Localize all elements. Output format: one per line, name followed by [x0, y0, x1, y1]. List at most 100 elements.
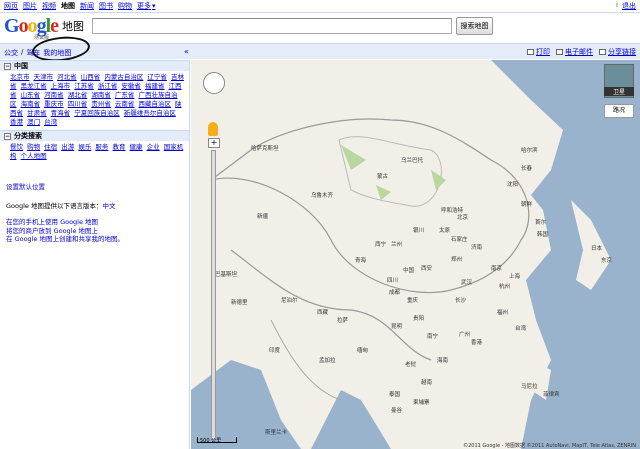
topnav-item[interactable]: 新闻	[80, 1, 94, 11]
map-place-label: 哈尔滨	[521, 148, 538, 154]
province-link[interactable]: 重庆市	[44, 100, 64, 108]
tab-transit[interactable]: 公交	[4, 48, 18, 58]
province-link[interactable]: 湖南省	[91, 91, 111, 99]
province-link[interactable]: 贵州省	[91, 100, 111, 108]
map-place-label: 南京	[491, 266, 503, 272]
search-button[interactable]: 搜索地图	[456, 17, 493, 35]
map-place-label: 老挝	[405, 362, 417, 368]
category-link[interactable]: 服务	[95, 143, 108, 151]
province-link[interactable]: 甘肃省	[27, 109, 47, 117]
category-link[interactable]: 餐饮	[10, 143, 23, 151]
category-link[interactable]: 出游	[61, 143, 74, 151]
collapse-icon[interactable]: −	[4, 62, 11, 70]
section-category-header[interactable]: − 分类搜索	[0, 130, 189, 141]
share-link[interactable]: 分享链接	[608, 47, 636, 57]
map-place-label: 郑州	[451, 257, 463, 263]
map-terrain	[191, 60, 640, 449]
share-link-tool[interactable]: 分享链接	[599, 47, 636, 57]
province-link[interactable]: 河北省	[57, 73, 77, 81]
map-place-label: 银川	[413, 228, 425, 234]
map-canvas[interactable]: 新疆 乌鲁木齐 蒙古 中国 西藏 拉萨 印度 新德里 尼泊尔 北京 石家庄 济南 郑州 西安 武汉 成都 重庆 长…	[191, 60, 640, 449]
zoom-slider[interactable]	[211, 150, 216, 440]
province-link[interactable]: 澳门	[27, 118, 40, 126]
map-place-label: 昆明	[391, 324, 403, 330]
info-line[interactable]: 将您的商户放到 Google 地图上	[6, 227, 183, 236]
map-place-label: 重庆	[407, 298, 419, 304]
province-list: 北京市 天津市 河北省 山西省 内蒙古自治区 辽宁省 吉林省 黑龙江省 上海市 …	[0, 71, 189, 130]
pegman-icon[interactable]	[208, 122, 218, 136]
category-link[interactable]: 购物	[27, 143, 40, 151]
pan-control[interactable]	[203, 72, 225, 94]
topnav-item[interactable]: 网页	[4, 1, 18, 11]
province-link[interactable]: 宁夏回族自治区	[74, 109, 120, 117]
topnav-item[interactable]: 图片	[23, 1, 37, 11]
province-link[interactable]: 海南省	[21, 100, 41, 108]
province-link[interactable]: 黑龙江省	[21, 82, 47, 90]
province-link[interactable]: 浙江省	[98, 82, 118, 90]
email-link[interactable]: 电子邮件	[565, 47, 593, 57]
category-link[interactable]: 娱乐	[78, 143, 91, 151]
category-link[interactable]: 住宿	[44, 143, 57, 151]
traffic-button[interactable]: 路况	[604, 104, 634, 118]
topnav-item[interactable]: 视频	[42, 1, 56, 11]
province-link[interactable]: 青海省	[51, 109, 71, 117]
email-tool[interactable]: 电子邮件	[556, 47, 593, 57]
category-link[interactable]: 企业	[147, 143, 160, 151]
lang-value[interactable]: 中文	[103, 202, 116, 210]
province-link[interactable]: 北京市	[10, 73, 30, 81]
province-link[interactable]: 内蒙古自治区	[104, 73, 143, 81]
category-link[interactable]: 教育	[112, 143, 125, 151]
search-input[interactable]	[92, 18, 452, 34]
info-line[interactable]: 在 Google 地图上创建和共享我的地图。	[6, 235, 183, 244]
map-place-label: 石家庄	[451, 237, 468, 243]
section-category-title: 分类搜索	[14, 132, 42, 140]
print-link[interactable]: 打印	[536, 47, 550, 57]
province-link[interactable]: 福建省	[145, 82, 165, 90]
province-link[interactable]: 山东省	[21, 91, 41, 99]
category-link[interactable]: 健康	[130, 143, 143, 151]
province-link[interactable]: 四川省	[68, 100, 88, 108]
collapse-icon[interactable]: −	[4, 132, 11, 140]
sidebar: − 中国 北京市 天津市 河北省 山西省 内蒙古自治区 辽宁省 吉林省 黑龙江省 …	[0, 60, 190, 449]
map-place-label: 乌兰巴托	[401, 158, 424, 164]
province-link[interactable]: 江苏省	[74, 82, 94, 90]
topnav-item[interactable]: 购物	[118, 1, 132, 11]
province-link[interactable]: 广东省	[115, 91, 135, 99]
print-tool[interactable]: 打印	[527, 47, 550, 57]
province-link[interactable]: 新疆维吾尔自治区	[124, 109, 176, 117]
signout-link[interactable]: 退出	[622, 1, 636, 11]
province-link[interactable]: 台湾	[44, 118, 57, 126]
map-place-label: 马尼拉	[521, 384, 538, 390]
category-link[interactable]: 个人地图	[21, 152, 47, 160]
map-place-label: 沈阳	[507, 182, 519, 188]
map-place-label: 斯里兰卡	[265, 430, 288, 436]
map-place-label: 日本	[591, 246, 603, 252]
province-link[interactable]: 香港	[10, 118, 23, 126]
collapse-sidebar-icon[interactable]: «	[184, 47, 189, 56]
province-link[interactable]: 天津市	[34, 73, 54, 81]
zoom-in-button[interactable]: +	[208, 138, 220, 148]
google-maps-logo[interactable]: Google 地图 测试版	[4, 15, 84, 41]
satellite-label: 卫星	[604, 87, 634, 96]
scale-bar: 500 公里	[197, 437, 237, 444]
province-link[interactable]: 安徽省	[121, 82, 141, 90]
map-place-label: 青海	[355, 258, 367, 264]
province-link[interactable]: 上海市	[51, 82, 71, 90]
map-place-label: 西宁	[375, 242, 387, 248]
province-link[interactable]: 河南省	[44, 91, 64, 99]
province-link[interactable]: 西藏自治区	[138, 100, 171, 108]
topnav-item[interactable]: 图书	[99, 1, 113, 11]
chevron-down-icon: ▾	[152, 2, 156, 10]
map-place-label: 成都	[389, 290, 401, 296]
province-link[interactable]: 湖北省	[68, 91, 88, 99]
province-link[interactable]: 山西省	[81, 73, 101, 81]
section-china-header[interactable]: − 中国	[0, 60, 189, 71]
province-link[interactable]: 云南省	[115, 100, 135, 108]
default-location-link[interactable]: 设置默认位置	[6, 183, 45, 191]
map-place-label: 东京	[601, 258, 613, 264]
more-menu[interactable]: 更多 ▾	[137, 1, 156, 11]
info-line[interactable]: 在您的手机上使用 Google 地图	[6, 218, 183, 227]
province-link[interactable]: 辽宁省	[147, 73, 167, 81]
user-name[interactable]: i	[616, 1, 618, 11]
toolbar: 公交 / 驾车 我的地图 « 打印 电子邮件 分享链接	[0, 43, 640, 59]
